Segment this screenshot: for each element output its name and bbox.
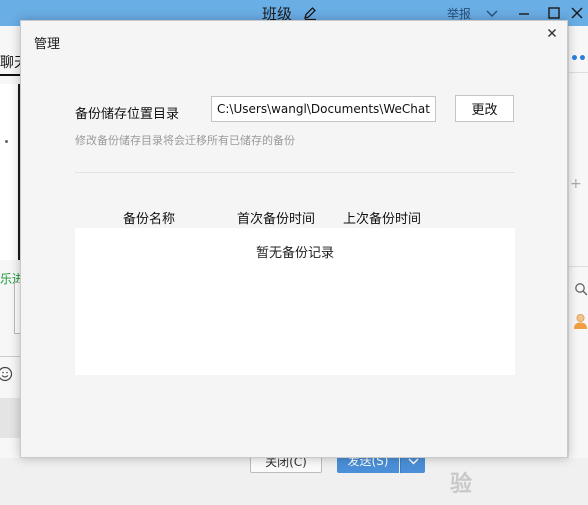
add-icon[interactable]: + (570, 176, 582, 192)
message-input-area[interactable] (0, 398, 20, 438)
more-icon[interactable]: ••• (570, 51, 588, 67)
close-icon[interactable] (568, 4, 586, 22)
backup-manage-dialog: 管理 备份储存位置目录 更改 修改备份储存目录将会迁移所有已储存的备份 备份名称… (20, 20, 568, 458)
backup-records-list: 暂无备份记录 (75, 228, 515, 375)
search-icon[interactable] (574, 282, 588, 296)
dot-icon (5, 140, 8, 143)
backup-path-hint: 修改备份储存目录将会迁移所有已储存的备份 (75, 134, 295, 147)
emoji-icon[interactable] (0, 366, 13, 382)
user-avatar-icon[interactable] (573, 313, 588, 329)
input-divider (0, 356, 20, 357)
backup-path-input[interactable] (211, 96, 436, 122)
chat-right-panel (568, 26, 588, 478)
empty-records-message: 暂无备份记录 (255, 246, 334, 261)
dialog-title: 管理 (34, 37, 61, 52)
pencil-icon[interactable] (302, 5, 318, 21)
active-tab-underline (0, 74, 20, 76)
column-header-first-backup-time: 首次备份时间 (237, 212, 316, 227)
change-path-button[interactable]: 更改 (455, 95, 514, 122)
section-divider (75, 172, 515, 173)
close-icon[interactable] (545, 26, 559, 40)
backup-path-label: 备份储存位置目录 (75, 107, 180, 122)
column-header-last-backup-time: 上次备份时间 (343, 212, 422, 227)
message-card (0, 84, 20, 260)
right-divider-2 (568, 266, 588, 267)
column-header-backup-name: 备份名称 (123, 212, 176, 227)
right-divider (568, 72, 588, 73)
